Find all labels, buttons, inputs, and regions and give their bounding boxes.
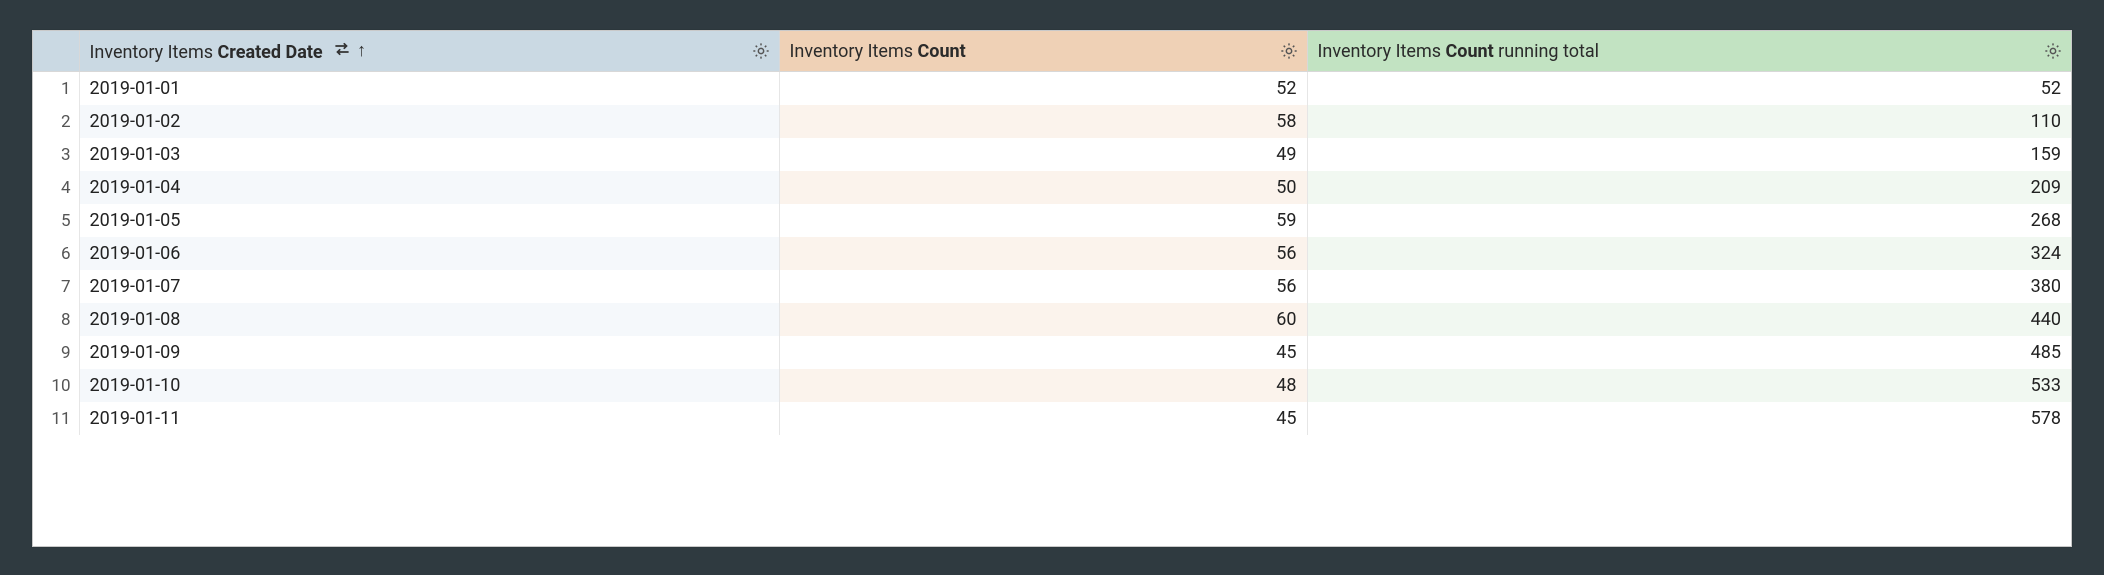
cell-running-total[interactable]: 380 [1307, 270, 2071, 303]
row-number: 8 [33, 303, 79, 336]
header-created-date[interactable]: Inventory Items Created Date [79, 31, 779, 72]
table-row[interactable]: 82019-01-0860440 [33, 303, 2071, 336]
cell-count[interactable]: 56 [779, 270, 1307, 303]
pivot-icon [333, 40, 351, 62]
cell-count[interactable]: 56 [779, 237, 1307, 270]
cell-created-date[interactable]: 2019-01-10 [79, 369, 779, 402]
table-row[interactable]: 112019-01-1145578 [33, 402, 2071, 435]
row-number: 3 [33, 138, 79, 171]
sort-asc-icon: ↑ [357, 42, 366, 60]
table-row[interactable]: 12019-01-015252 [33, 72, 2071, 106]
cell-count[interactable]: 49 [779, 138, 1307, 171]
table-row[interactable]: 22019-01-0258110 [33, 105, 2071, 138]
header-count-label: Inventory Items Count [790, 41, 966, 62]
cell-running-total[interactable]: 485 [1307, 336, 2071, 369]
row-number: 7 [33, 270, 79, 303]
header-count[interactable]: Inventory Items Count [779, 31, 1307, 72]
cell-created-date[interactable]: 2019-01-06 [79, 237, 779, 270]
header-created-date-label: Inventory Items Created Date [90, 42, 328, 63]
cell-created-date[interactable]: 2019-01-02 [79, 105, 779, 138]
table-row[interactable]: 102019-01-1048533 [33, 369, 2071, 402]
sort-indicator: ↑ [333, 40, 366, 62]
cell-created-date[interactable]: 2019-01-11 [79, 402, 779, 435]
cell-count[interactable]: 50 [779, 171, 1307, 204]
row-number: 5 [33, 204, 79, 237]
data-table: Inventory Items Created Date [32, 30, 2072, 547]
header-running-total[interactable]: Inventory Items Count running total [1307, 31, 2071, 72]
cell-count[interactable]: 52 [779, 72, 1307, 106]
cell-running-total[interactable]: 110 [1307, 105, 2071, 138]
cell-created-date[interactable]: 2019-01-03 [79, 138, 779, 171]
row-number: 11 [33, 402, 79, 435]
cell-created-date[interactable]: 2019-01-07 [79, 270, 779, 303]
cell-count[interactable]: 58 [779, 105, 1307, 138]
table-header-row: Inventory Items Created Date [33, 31, 2071, 72]
row-number: 1 [33, 72, 79, 106]
cell-count[interactable]: 45 [779, 402, 1307, 435]
row-number: 4 [33, 171, 79, 204]
cell-running-total[interactable]: 159 [1307, 138, 2071, 171]
cell-running-total[interactable]: 440 [1307, 303, 2071, 336]
cell-running-total[interactable]: 52 [1307, 72, 2071, 106]
row-number: 10 [33, 369, 79, 402]
row-number: 9 [33, 336, 79, 369]
cell-created-date[interactable]: 2019-01-09 [79, 336, 779, 369]
gear-icon[interactable] [2043, 41, 2063, 61]
header-running-total-label: Inventory Items Count running total [1318, 41, 1600, 62]
cell-running-total[interactable]: 533 [1307, 369, 2071, 402]
cell-created-date[interactable]: 2019-01-05 [79, 204, 779, 237]
gear-icon[interactable] [751, 41, 771, 61]
table-row[interactable]: 52019-01-0559268 [33, 204, 2071, 237]
table-row[interactable]: 42019-01-0450209 [33, 171, 2071, 204]
table-row[interactable]: 62019-01-0656324 [33, 237, 2071, 270]
table-row[interactable]: 92019-01-0945485 [33, 336, 2071, 369]
cell-running-total[interactable]: 324 [1307, 237, 2071, 270]
gear-icon[interactable] [1279, 41, 1299, 61]
table-row[interactable]: 32019-01-0349159 [33, 138, 2071, 171]
row-number: 6 [33, 237, 79, 270]
cell-created-date[interactable]: 2019-01-01 [79, 72, 779, 106]
cell-running-total[interactable]: 578 [1307, 402, 2071, 435]
header-rownum [33, 31, 79, 72]
cell-count[interactable]: 60 [779, 303, 1307, 336]
cell-running-total[interactable]: 209 [1307, 171, 2071, 204]
row-number: 2 [33, 105, 79, 138]
cell-count[interactable]: 59 [779, 204, 1307, 237]
cell-created-date[interactable]: 2019-01-08 [79, 303, 779, 336]
cell-count[interactable]: 45 [779, 336, 1307, 369]
cell-created-date[interactable]: 2019-01-04 [79, 171, 779, 204]
table-row[interactable]: 72019-01-0756380 [33, 270, 2071, 303]
cell-count[interactable]: 48 [779, 369, 1307, 402]
cell-running-total[interactable]: 268 [1307, 204, 2071, 237]
table-body: 12019-01-01525222019-01-025811032019-01-… [33, 72, 2071, 436]
